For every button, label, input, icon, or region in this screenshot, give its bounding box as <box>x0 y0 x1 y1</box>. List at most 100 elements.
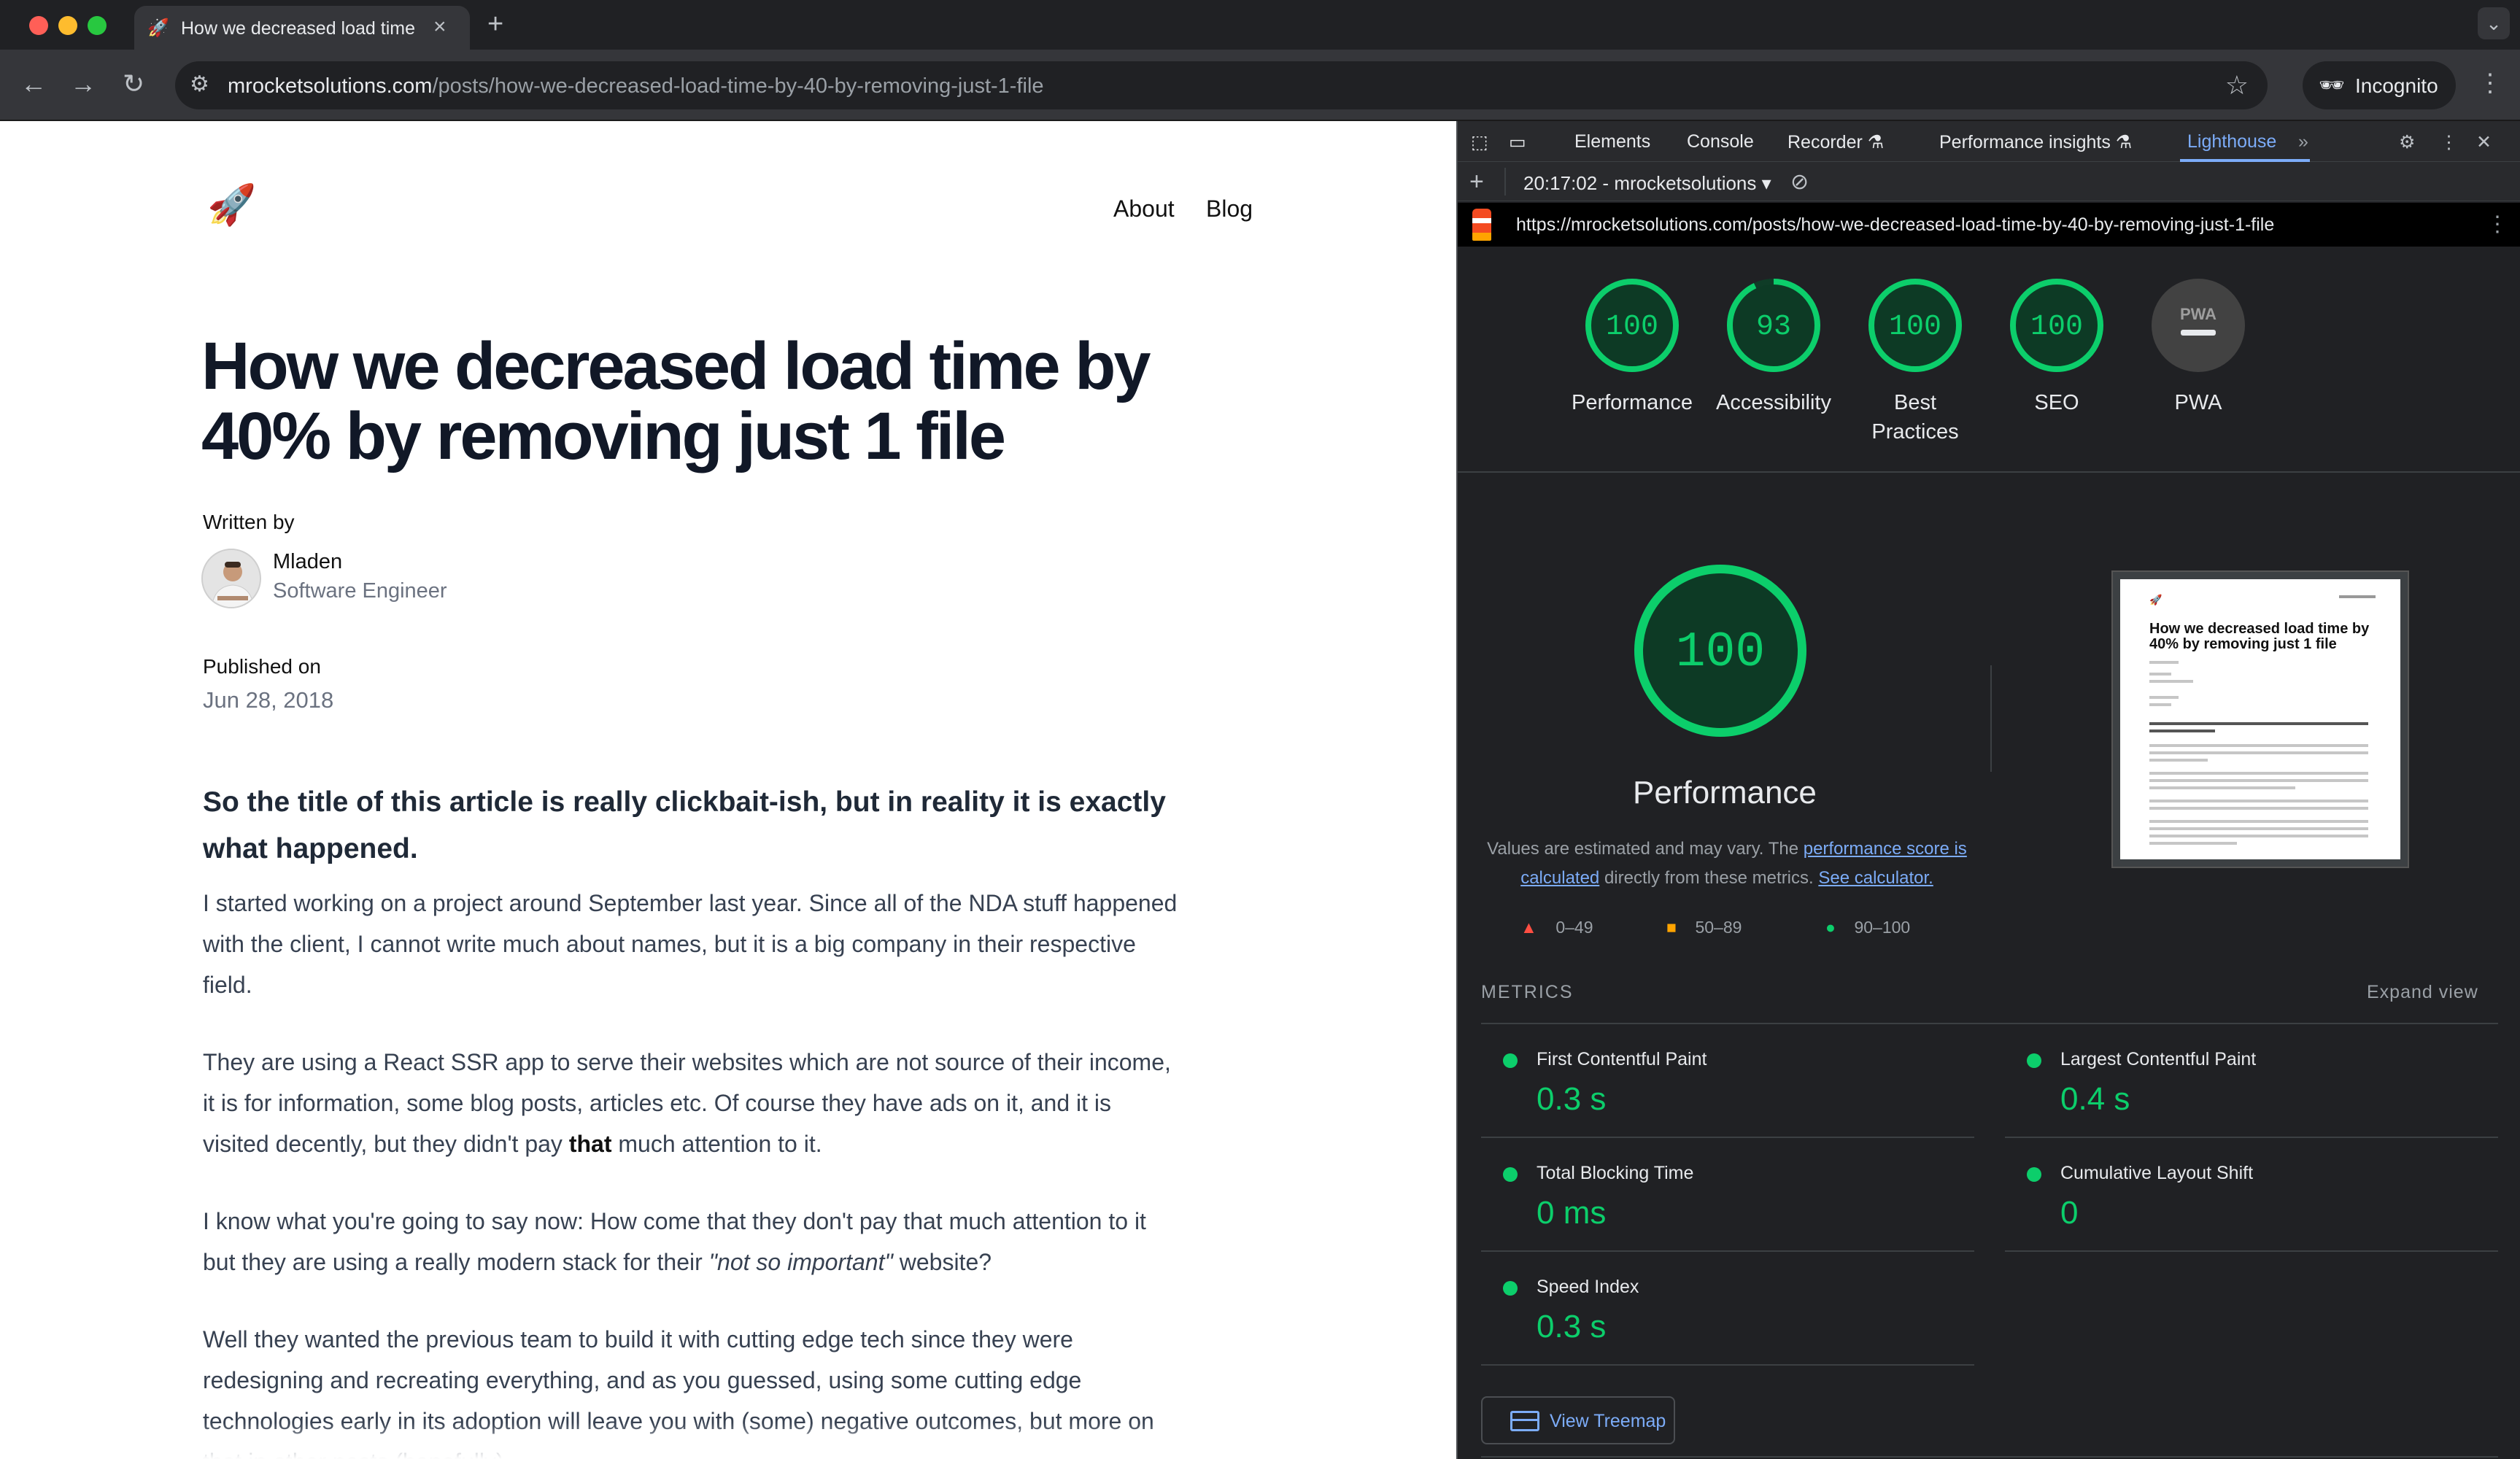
thumbnail-text-line <box>2149 722 2368 725</box>
nav-about-link[interactable]: About <box>1113 196 1175 222</box>
bookmark-star-icon[interactable]: ☆ <box>2225 70 2249 101</box>
vertical-divider <box>1990 665 1992 772</box>
thumbnail-text-line <box>2149 827 2368 830</box>
device-toolbar-icon[interactable]: ▭ <box>1509 131 1526 153</box>
devtools-panel: ⬚ ▭ Elements Console Recorder ⚗ Performa… <box>1456 121 2520 1459</box>
minimize-window-button[interactable] <box>58 16 77 35</box>
browser-menu-icon[interactable]: ⋮ <box>2478 69 2502 98</box>
pass-dot-icon <box>1503 1281 1518 1296</box>
legend-average: ■ 50–89 <box>1666 918 1742 937</box>
forward-arrow-icon[interactable]: → <box>70 69 96 99</box>
performance-big-score: 100 <box>1676 624 1765 681</box>
gauge-score: 100 <box>2030 311 2083 344</box>
clear-reports-icon[interactable]: ⊘ <box>1790 169 1809 195</box>
pwa-badge-text: PWA <box>2180 305 2216 323</box>
paragraph-3-text-b: website? <box>892 1249 992 1275</box>
new-tab-icon[interactable]: + <box>487 9 503 40</box>
pwa-badge-icon: PWA <box>2152 279 2245 372</box>
new-report-plus-icon[interactable]: + <box>1469 168 1484 196</box>
circle-icon: ● <box>1825 918 1836 937</box>
tab-lighthouse[interactable]: Lighthouse <box>2187 131 2276 152</box>
metrics-heading: METRICS <box>1481 982 1574 1002</box>
triangle-icon: ▲ <box>1520 918 1537 937</box>
incognito-label: Incognito <box>2355 74 2438 97</box>
gauge-seo[interactable]: 100 SEO <box>1987 276 2126 417</box>
tab-recorder-label: Recorder <box>1787 132 1863 152</box>
back-arrow-icon[interactable]: ← <box>20 69 47 99</box>
browser-tab[interactable]: 🚀 How we decreased load time by 40% by r… <box>134 6 470 50</box>
incognito-profile-button[interactable]: 🕶 Incognito <box>2303 61 2456 109</box>
thumbnail-text-line <box>2149 800 2368 802</box>
thumbnail-text-line <box>2149 786 2295 789</box>
close-tab-icon[interactable]: × <box>433 15 447 39</box>
author-avatar <box>201 549 261 608</box>
legend-pass: ● 90–100 <box>1825 918 1910 937</box>
thumbnail-text-line <box>2149 772 2368 775</box>
thumbnail-text-line <box>2149 703 2171 706</box>
written-by-label: Written by <box>203 511 295 533</box>
paragraph-2-text-b: much attention to it. <box>611 1131 822 1157</box>
address-bar[interactable]: ⚙ mrocketsolutions.com/posts/how-we-decr… <box>175 61 2268 109</box>
zoom-window-button[interactable] <box>88 16 107 35</box>
tab-console[interactable]: Console <box>1687 131 1754 152</box>
published-label: Published on <box>203 655 321 678</box>
devtools-menu-icon[interactable]: ⋮ <box>2440 131 2458 153</box>
close-window-button[interactable] <box>29 16 48 35</box>
pass-dot-icon <box>1503 1053 1518 1068</box>
published-date: Jun 28, 2018 <box>203 687 334 713</box>
legend-fail: ▲ 0–49 <box>1520 918 1593 937</box>
view-treemap-label: View Treemap <box>1550 1411 1666 1431</box>
post-lead: So the title of this article is really c… <box>203 786 1166 864</box>
site-settings-icon[interactable]: ⚙ <box>190 71 209 97</box>
gauge-ring: 100 <box>1868 279 1962 372</box>
thumbnail-text-line <box>2149 730 2215 732</box>
legend-fail-range: 0–49 <box>1555 918 1593 937</box>
close-devtools-icon[interactable]: ✕ <box>2476 131 2492 153</box>
report-selector[interactable]: 20:17:02 - mrocketsolutions ▾ <box>1523 172 1771 195</box>
tab-performance-insights-label: Performance insights <box>1939 132 2111 152</box>
thumbnail-text-line <box>2149 751 2368 754</box>
gauge-best-practices[interactable]: 100 Best Practices <box>1846 276 1984 446</box>
final-screenshot-thumbnail[interactable]: 🚀 How we decreased load time by 40% by r… <box>2113 572 2408 867</box>
gauge-ring: 93 <box>1727 279 1820 372</box>
pass-dot-icon <box>2027 1053 2041 1068</box>
report-url-strip: https://mrocketsolutions.com/posts/how-w… <box>1458 203 2520 247</box>
author-name: Mladen <box>273 550 343 573</box>
see-calculator-link[interactable]: See calculator. <box>1818 868 1933 888</box>
tab-recorder[interactable]: Recorder ⚗ <box>1787 131 1884 153</box>
gauge-performance[interactable]: 100 Performance <box>1563 276 1701 417</box>
metric-tbt: Total Blocking Time 0 ms <box>1481 1138 1974 1252</box>
expand-view-toggle[interactable]: Expand view <box>2367 982 2478 1003</box>
gauge-accessibility[interactable]: 93 Accessibility <box>1704 276 1843 417</box>
metric-name: Speed Index <box>1537 1277 1639 1297</box>
inspect-element-icon[interactable]: ⬚ <box>1471 131 1488 153</box>
metric-value: 0 <box>2060 1195 2079 1231</box>
paragraph-1: I started working on a project around Se… <box>203 890 1178 998</box>
reload-icon[interactable]: ↻ <box>123 69 144 99</box>
tab-elements[interactable]: Elements <box>1574 131 1650 152</box>
devtools-settings-gear-icon[interactable]: ⚙ <box>2399 131 2415 153</box>
browser-toolbar: ← → ↻ ⚙ mrocketsolutions.com/posts/how-w… <box>0 50 2520 121</box>
thumbnail-text-line <box>2149 673 2171 676</box>
post-title: How we decreased load time by 40% by rem… <box>201 329 1151 473</box>
thumbnail-text-line <box>2149 661 2179 664</box>
metric-name: Largest Contentful Paint <box>2060 1049 2257 1069</box>
paragraph-3-italic: "not so important" <box>708 1249 893 1275</box>
view-treemap-button[interactable]: View Treemap <box>1481 1396 1675 1444</box>
site-logo-icon[interactable]: 🚀 <box>207 182 256 228</box>
performance-big-label: Performance <box>1633 775 1817 810</box>
metric-lcp: Largest Contentful Paint 0.4 s <box>2005 1024 2498 1138</box>
tab-performance-insights[interactable]: Performance insights ⚗ <box>1939 131 2132 153</box>
nav-blog-link[interactable]: Blog <box>1206 196 1253 222</box>
address-url[interactable]: mrocketsolutions.com/posts/how-we-decrea… <box>228 74 1044 98</box>
report-menu-icon[interactable]: ⋮ <box>2486 212 2508 237</box>
score-disclaimer: Values are estimated and may vary. The p… <box>1484 835 1970 893</box>
gauge-score: 93 <box>1756 311 1791 344</box>
tab-search-chevron-icon[interactable]: ⌄ <box>2478 7 2510 39</box>
more-tabs-icon[interactable]: » <box>2298 131 2308 152</box>
legend-average-range: 50–89 <box>1695 918 1742 937</box>
thumbnail-text-line <box>2149 696 2179 699</box>
disclaimer-text-b: directly from these metrics. <box>1599 868 1819 888</box>
gauge-pwa[interactable]: PWA PWA <box>2129 276 2268 417</box>
browser-tab-strip: 🚀 How we decreased load time by 40% by r… <box>0 0 2520 50</box>
